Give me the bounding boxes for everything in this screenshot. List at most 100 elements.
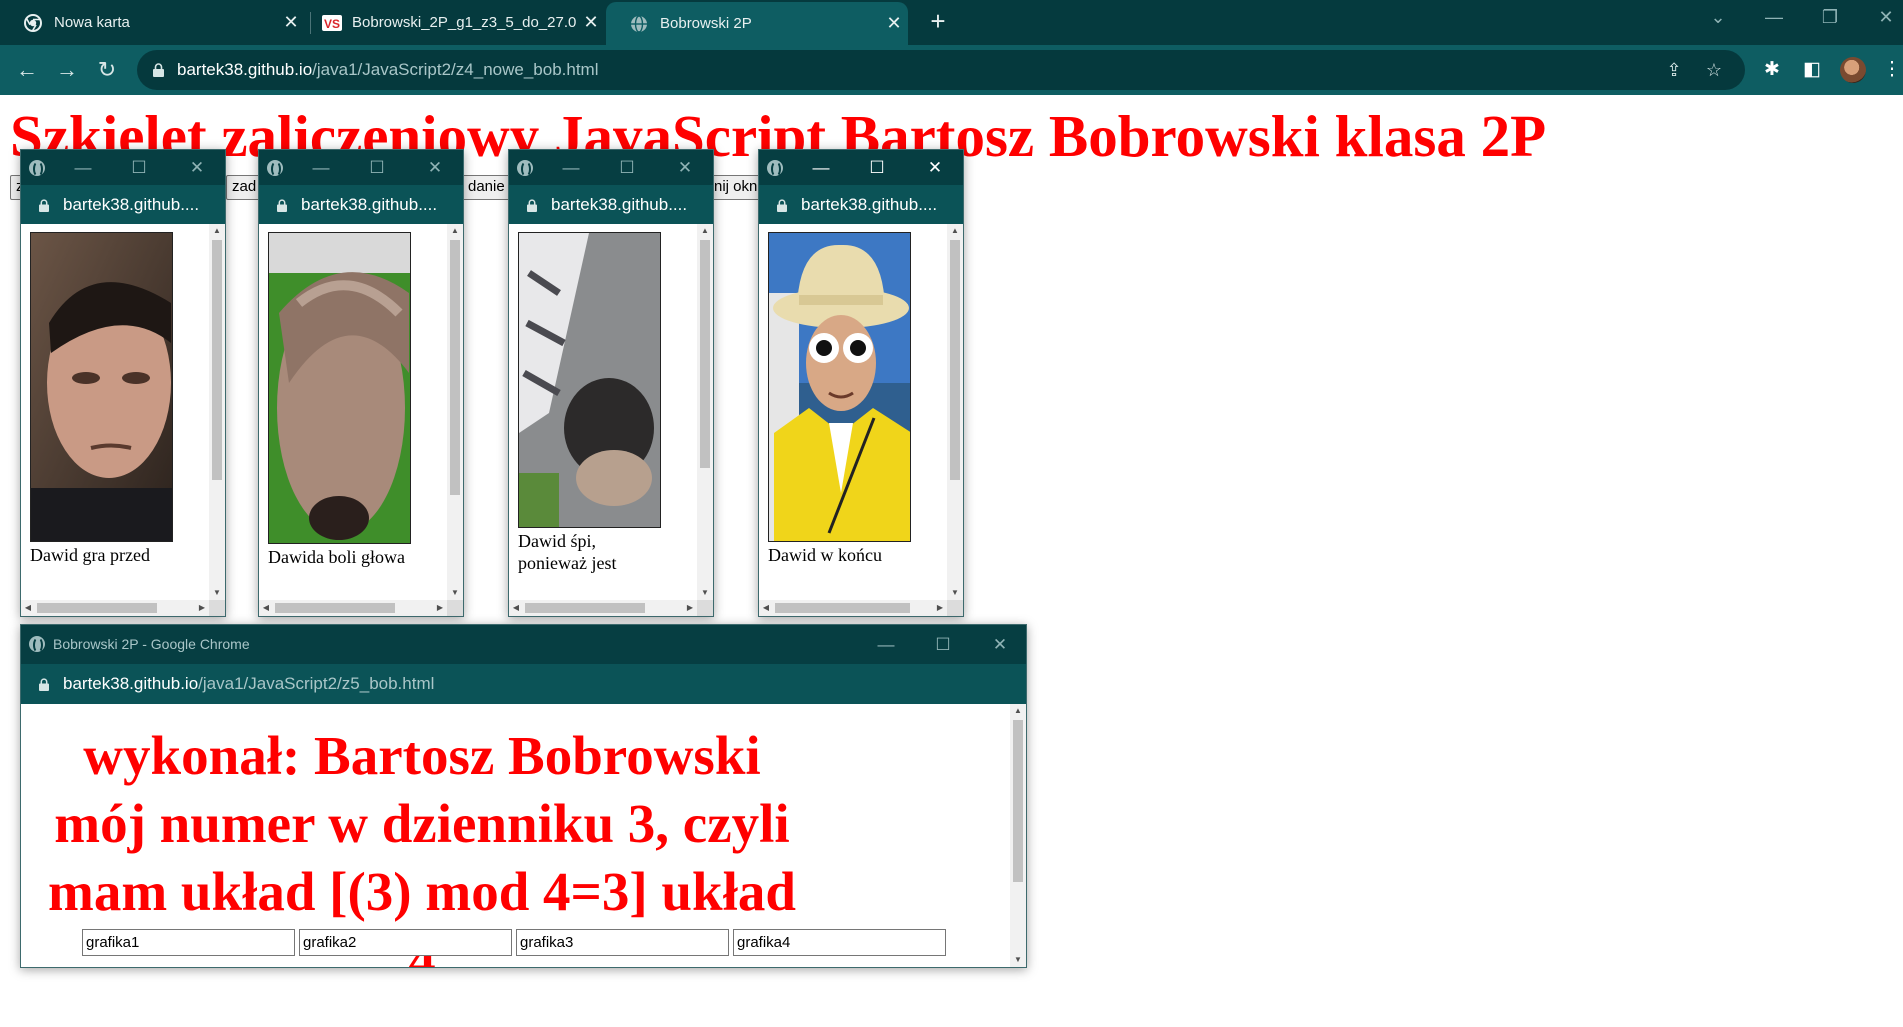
scroll-thumb[interactable] xyxy=(950,240,960,480)
scroll-right-arrow[interactable]: ▶ xyxy=(433,600,447,616)
vertical-scrollbar[interactable]: ▲ ▼ xyxy=(447,224,463,600)
bookmark-star-icon[interactable]: ☆ xyxy=(1703,59,1725,81)
popup-titlebar[interactable]: — ☐ ✕ xyxy=(259,150,463,185)
caption-line: Dawid śpi, xyxy=(518,531,596,551)
popup-titlebar[interactable]: — ☐ ✕ xyxy=(509,150,713,185)
popup-maximize-button[interactable]: ☐ xyxy=(607,150,647,185)
popup-maximize-button[interactable]: ☐ xyxy=(357,150,397,185)
address-bar[interactable]: bartek38.github.io/java1/JavaScript2/z4_… xyxy=(137,50,1745,90)
globe-icon xyxy=(767,160,783,177)
scroll-down-arrow[interactable]: ▼ xyxy=(1010,953,1026,967)
scroll-thumb[interactable] xyxy=(37,603,157,613)
popup-minimize-button[interactable]: — xyxy=(866,625,906,664)
popup-maximize-button[interactable]: ☐ xyxy=(119,150,159,185)
vs-icon: VS xyxy=(322,14,342,32)
scroll-left-arrow[interactable]: ◀ xyxy=(259,600,273,616)
scroll-down-arrow[interactable]: ▼ xyxy=(697,586,713,600)
popup-close-button[interactable]: ✕ xyxy=(980,625,1020,664)
popup-window-1[interactable]: — ☐ ✕ bartek38.github.... Dawid gra prze… xyxy=(20,149,226,617)
horizontal-scrollbar[interactable]: ◀ ▶ xyxy=(759,600,947,616)
share-icon[interactable]: ⇪ xyxy=(1663,59,1685,81)
scroll-right-arrow[interactable]: ▶ xyxy=(933,600,947,616)
more-menu-icon[interactable]: ⋮ xyxy=(1880,58,1903,82)
popup-close-button[interactable]: ✕ xyxy=(915,150,955,185)
scroll-thumb[interactable] xyxy=(700,240,710,468)
back-icon[interactable]: ← xyxy=(10,53,44,87)
reload-icon[interactable]: ↻ xyxy=(90,53,124,87)
grafika2-input[interactable] xyxy=(299,929,512,956)
tab-new-tab[interactable]: Nowa karta ✕ xyxy=(0,0,305,45)
tab-assignment[interactable]: VS Bobrowski_2P_g1_z3_5_do_27.09 ✕ xyxy=(298,0,605,45)
grafika1-input[interactable] xyxy=(82,929,295,956)
vertical-scrollbar[interactable]: ▲ ▼ xyxy=(947,224,963,600)
scroll-up-arrow[interactable]: ▲ xyxy=(947,224,963,238)
horizontal-scrollbar[interactable]: ◀ ▶ xyxy=(21,600,209,616)
scroll-thumb[interactable] xyxy=(275,603,395,613)
scroll-corner xyxy=(697,600,713,616)
page-button-4[interactable]: nij okn xyxy=(708,175,760,200)
tab-title: Bobrowski_2P_g1_z3_5_do_27.09 xyxy=(352,14,577,31)
popup-minimize-button[interactable]: — xyxy=(63,150,103,185)
vertical-scrollbar[interactable]: ▲ ▼ xyxy=(697,224,713,600)
url-text: bartek38.github.io/java1/JavaScript2/z4_… xyxy=(177,60,599,80)
popup-minimize-button[interactable]: — xyxy=(301,150,341,185)
scroll-down-arrow[interactable]: ▼ xyxy=(447,586,463,600)
scroll-up-arrow[interactable]: ▲ xyxy=(447,224,463,238)
profile-avatar[interactable] xyxy=(1840,57,1866,83)
minimize-button[interactable]: — xyxy=(1746,0,1802,35)
extensions-icon[interactable]: ✱ xyxy=(1760,58,1784,82)
popup-url-bar: bartek38.github.... xyxy=(259,185,463,224)
popup-maximize-button[interactable]: ☐ xyxy=(923,625,963,664)
restore-button[interactable]: ❐ xyxy=(1802,0,1858,35)
scroll-thumb[interactable] xyxy=(450,240,460,495)
side-panel-icon[interactable]: ◧ xyxy=(1800,58,1824,82)
scroll-left-arrow[interactable]: ◀ xyxy=(509,600,523,616)
tab-search-icon[interactable]: ⌄ xyxy=(1690,0,1746,35)
horizontal-scrollbar[interactable]: ◀ ▶ xyxy=(259,600,447,616)
tab-bobrowski-2p[interactable]: Bobrowski 2P ✕ xyxy=(606,2,908,45)
page-button-3[interactable]: danie xyxy=(462,175,510,200)
popup-window-2[interactable]: — ☐ ✕ bartek38.github.... Dawida boli gł… xyxy=(258,149,464,617)
popup-maximize-button[interactable]: ☐ xyxy=(857,150,897,185)
grafika3-input[interactable] xyxy=(516,929,729,956)
new-tab-button[interactable]: + xyxy=(922,6,954,38)
popup-close-button[interactable]: ✕ xyxy=(177,150,217,185)
forward-icon[interactable]: → xyxy=(50,53,84,87)
popup-close-button[interactable]: ✕ xyxy=(665,150,705,185)
popup-minimize-button[interactable]: — xyxy=(801,150,841,185)
scroll-thumb[interactable] xyxy=(212,240,222,480)
scroll-thumb[interactable] xyxy=(775,603,910,613)
scroll-up-arrow[interactable]: ▲ xyxy=(697,224,713,238)
scroll-left-arrow[interactable]: ◀ xyxy=(759,600,773,616)
popup-url-bar: bartek38.github.... xyxy=(21,185,225,224)
scroll-thumb[interactable] xyxy=(1013,720,1023,882)
popup-url-bar: bartek38.github.... xyxy=(509,185,713,224)
grafika4-input[interactable] xyxy=(733,929,946,956)
globe-icon xyxy=(517,160,533,177)
close-window-button[interactable]: ✕ xyxy=(1858,0,1903,35)
scroll-right-arrow[interactable]: ▶ xyxy=(683,600,697,616)
horizontal-scrollbar[interactable]: ◀ ▶ xyxy=(509,600,697,616)
scroll-down-arrow[interactable]: ▼ xyxy=(209,586,225,600)
popup-window-4[interactable]: — ☐ ✕ bartek38.github.... Dawid w końcu … xyxy=(758,149,964,617)
scroll-up-arrow[interactable]: ▲ xyxy=(209,224,225,238)
tab-close-icon[interactable]: ✕ xyxy=(880,13,908,34)
popup-titlebar[interactable]: — ☐ ✕ xyxy=(21,150,225,185)
scroll-right-arrow[interactable]: ▶ xyxy=(195,600,209,616)
vertical-scrollbar[interactable]: ▲ ▼ xyxy=(1010,704,1026,967)
popup-titlebar[interactable]: — ☐ ✕ xyxy=(759,150,963,185)
popup-close-button[interactable]: ✕ xyxy=(415,150,455,185)
popup-caption: Dawid w końcu xyxy=(768,544,882,566)
scroll-left-arrow[interactable]: ◀ xyxy=(21,600,35,616)
scroll-down-arrow[interactable]: ▼ xyxy=(947,586,963,600)
popup-window-main[interactable]: Bobrowski 2P - Google Chrome — ☐ ✕ barte… xyxy=(20,624,1027,968)
popup-titlebar[interactable]: Bobrowski 2P - Google Chrome — ☐ ✕ xyxy=(21,625,1026,664)
scroll-up-arrow[interactable]: ▲ xyxy=(1010,704,1026,718)
popup-body: Dawid gra przed ▲ ▼ ◀ ▶ xyxy=(21,224,225,616)
tab-close-icon[interactable]: ✕ xyxy=(577,12,605,33)
scroll-thumb[interactable] xyxy=(525,603,645,613)
vertical-scrollbar[interactable]: ▲ ▼ xyxy=(209,224,225,600)
scroll-corner xyxy=(209,600,225,616)
popup-window-3[interactable]: — ☐ ✕ bartek38.github.... Dawid śpi, pon… xyxy=(508,149,714,617)
popup-minimize-button[interactable]: — xyxy=(551,150,591,185)
